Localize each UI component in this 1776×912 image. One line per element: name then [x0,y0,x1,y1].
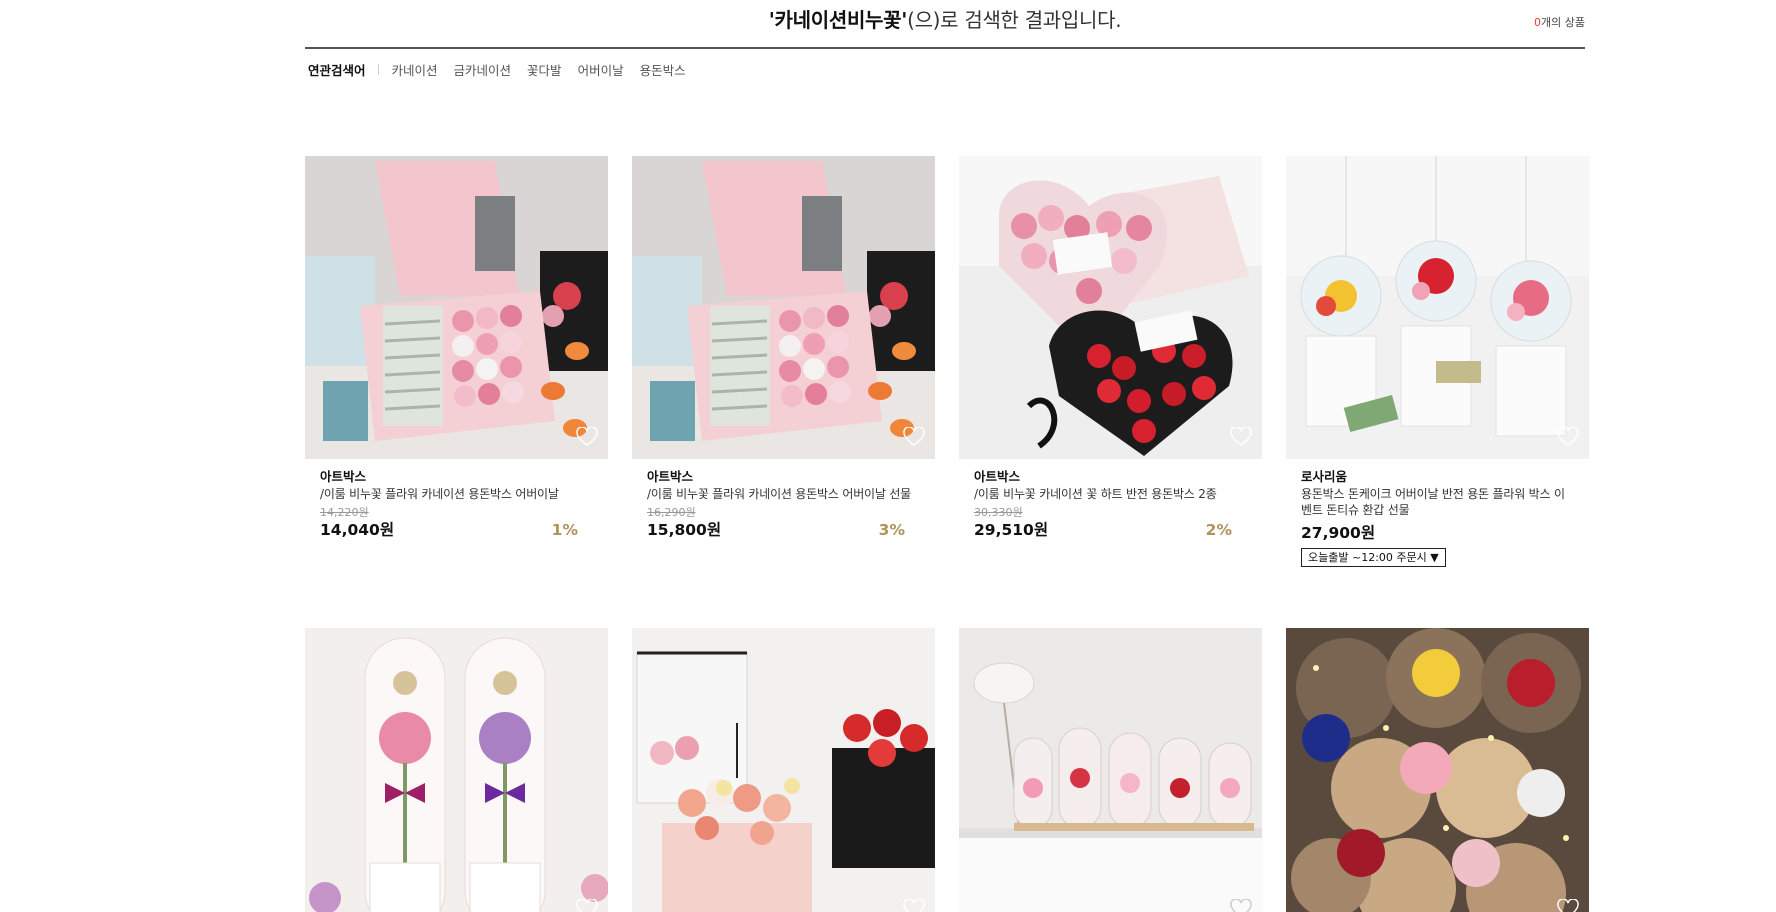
price-row: 27,900원 [1301,522,1574,544]
discount-rate: 2% [1205,521,1232,539]
sale-price: 27,900원 [1301,524,1376,542]
product-brand: 아트박스 [320,469,367,484]
related-keyword-link[interactable]: 꽃다발 [527,60,562,79]
related-keyword-link[interactable]: 금카네이션 [454,60,512,79]
sale-price: 14,040원 [320,521,395,539]
product-card[interactable] [305,628,608,912]
related-keyword-link[interactable]: 카네이션 [392,60,438,79]
product-name[interactable]: /이룸 비누꽃 카네이션 꽃 하트 반전 용돈박스 2종 [974,486,1247,502]
original-price: 16,290원 [647,506,696,519]
result-title-suffix: (으)로 검색한 결과입니다. [907,8,1122,32]
product-info: 아트박스 /이룸 비누꽃 카네이션 꽃 하트 반전 용돈박스 2종 30,330… [959,459,1262,541]
related-keyword-link[interactable]: 어버이날 [578,60,624,79]
heart-icon[interactable] [903,427,925,447]
related-keywords-label: 연관검색어 [308,62,366,78]
divider [377,63,379,75]
related-keywords: 연관검색어 카네이션 금카네이션 꽃다발 어버이날 용돈박스 [305,49,1585,89]
product-name[interactable]: /이룸 비누꽃 플라워 카네이션 용돈박스 어버이날 선물 [647,486,920,502]
original-price: 30,330원 [974,506,1023,519]
product-image[interactable] [1286,156,1589,459]
price-row: 15,800원 3% [647,519,920,541]
product-image[interactable] [305,628,608,912]
product-image[interactable] [959,628,1262,912]
product-card[interactable] [1286,628,1589,912]
product-card[interactable]: 아트박스 /이룸 비누꽃 플라워 카네이션 용돈박스 어버이날 선물 16,29… [632,156,935,541]
product-image[interactable] [632,628,935,912]
related-keyword-link[interactable]: 용돈박스 [640,60,686,79]
heart-icon[interactable] [576,427,598,447]
original-price: 14,220원 [320,506,369,519]
product-card[interactable]: 로사리움 용돈박스 돈케이크 어버이날 반전 용돈 플라워 박스 이벤트 돈티슈… [1286,156,1589,567]
product-image[interactable] [632,156,935,459]
result-title: '카네이션비누꽃'(으)로 검색한 결과입니다. [305,4,1585,33]
product-info: 아트박스 /이룸 비누꽃 플라워 카네이션 용돈박스 어버이날 선물 16,29… [632,459,935,541]
product-image[interactable] [959,156,1262,459]
product-card[interactable]: 아트박스 /이룸 비누꽃 플라워 카네이션 용돈박스 어버이날 14,220원 … [305,156,608,541]
result-header: '카네이션비누꽃'(으)로 검색한 결과입니다. 0개의 상품 [305,0,1585,49]
product-card[interactable] [959,628,1262,912]
price-row: 14,040원 1% [320,519,593,541]
product-info: 아트박스 /이룸 비누꽃 플라워 카네이션 용돈박스 어버이날 14,220원 … [305,459,608,541]
product-image[interactable] [305,156,608,459]
heart-icon[interactable] [1557,427,1579,447]
product-brand: 로사리움 [1301,469,1348,484]
search-results-page: '카네이션비누꽃'(으)로 검색한 결과입니다. 0개의 상품 연관검색어 카네… [0,0,1776,912]
result-count-number: 0 [1534,16,1542,29]
product-card[interactable] [632,628,935,912]
discount-rate: 3% [878,521,905,539]
content-container: '카네이션비누꽃'(으)로 검색한 결과입니다. 0개의 상품 연관검색어 카네… [305,0,1589,912]
search-keyword: '카네이션비누꽃' [768,8,908,32]
heart-icon[interactable] [1557,899,1579,912]
heart-icon[interactable] [903,899,925,912]
heart-icon[interactable] [576,899,598,912]
sale-price: 29,510원 [974,521,1049,539]
product-brand: 아트박스 [647,469,694,484]
product-image[interactable] [1286,628,1589,912]
discount-rate: 1% [551,521,578,539]
result-count-suffix: 개의 상품 [1541,16,1585,29]
price-row: 29,510원 2% [974,519,1247,541]
sale-price: 15,800원 [647,521,722,539]
heart-icon[interactable] [1230,427,1252,447]
product-name[interactable]: /이룸 비누꽃 플라워 카네이션 용돈박스 어버이날 [320,486,593,502]
product-card[interactable]: 아트박스 /이룸 비누꽃 카네이션 꽃 하트 반전 용돈박스 2종 30,330… [959,156,1262,541]
product-name[interactable]: 용돈박스 돈케이크 어버이날 반전 용돈 플라워 박스 이벤트 돈티슈 환갑 선… [1301,486,1574,518]
shipping-badge[interactable]: 오늘출발 ~12:00 주문시 ▼ [1301,548,1446,567]
heart-icon[interactable] [1230,899,1252,912]
result-count: 0개의 상품 [1534,14,1585,30]
product-info: 로사리움 용돈박스 돈케이크 어버이날 반전 용돈 플라워 박스 이벤트 돈티슈… [1286,459,1589,567]
product-brand: 아트박스 [974,469,1021,484]
